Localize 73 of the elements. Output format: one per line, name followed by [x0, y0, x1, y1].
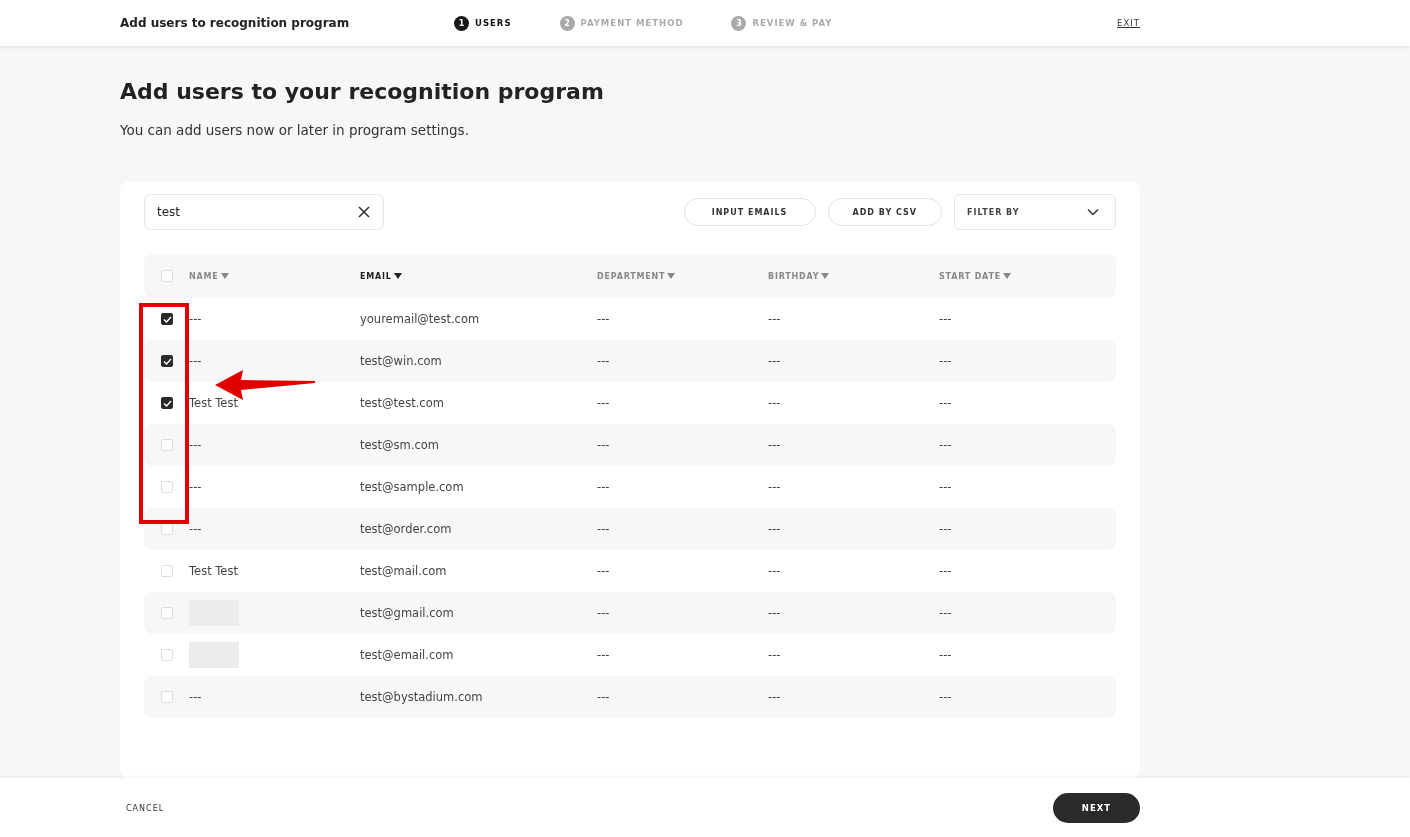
table-cell: test@order.com: [360, 522, 452, 536]
table-cell: ---: [597, 480, 610, 494]
table-cell: ---: [597, 606, 610, 620]
table-cell: test@sm.com: [360, 438, 439, 452]
table-cell: test@mail.com: [360, 564, 447, 578]
table-cell: ---: [597, 438, 610, 452]
table-cell: ---: [939, 522, 952, 536]
table-cell: test@test.com: [360, 396, 444, 410]
table-cell: ---: [939, 396, 952, 410]
page-subheading: You can add users now or later in program settings.: [120, 122, 470, 138]
table-cell: ---: [597, 396, 610, 410]
table-cell: ---: [768, 312, 781, 326]
table-cell: ---: [939, 564, 952, 578]
table-cell: test@gmail.com: [360, 606, 454, 620]
table-cell: ---: [768, 606, 781, 620]
sort-caret-icon: [821, 273, 830, 279]
sort-caret-icon: [667, 273, 676, 279]
table-cell: ---: [768, 480, 781, 494]
page-heading: Add users to your recognition program: [120, 79, 605, 104]
table-cell: youremail@test.com: [360, 312, 480, 326]
table-cell: ---: [768, 396, 781, 410]
filter-dropdown[interactable]: FILTER BY: [954, 194, 1116, 230]
checkbox[interactable]: [161, 313, 173, 325]
table-cell: ---: [939, 354, 952, 368]
table-cell: ---: [939, 606, 952, 620]
table-cell: ---: [768, 354, 781, 368]
step-number-badge: 3: [731, 15, 747, 31]
sort-caret-icon: [220, 273, 229, 279]
table-cell: ---: [768, 438, 781, 452]
table-cell: Test Test: [189, 564, 238, 578]
cancel-link[interactable]: CANCEL: [126, 803, 165, 813]
table-cell: ---: [939, 690, 952, 704]
table-cell: ---: [597, 690, 610, 704]
table-cell: ---: [189, 354, 202, 368]
table-cell: ---: [189, 312, 202, 326]
table-cell: ---: [189, 438, 202, 452]
table-cell: ---: [939, 312, 952, 326]
column-header[interactable]: EMAIL: [360, 271, 402, 281]
table-cell: Test Test: [189, 396, 238, 410]
table-cell: ---: [189, 522, 202, 536]
table-cell: ---: [768, 522, 781, 536]
table-cell: test@sample.com: [360, 480, 464, 494]
step-tab[interactable]: 1 USERS: [454, 15, 512, 31]
table-cell: ---: [597, 564, 610, 578]
table-cell: ---: [939, 480, 952, 494]
table-cell: ---: [597, 354, 610, 368]
table-cell: test@win.com: [360, 354, 442, 368]
table-cell: ---: [597, 648, 610, 662]
action-button[interactable]: INPUT EMAILS: [683, 198, 816, 226]
table-cell: ---: [768, 564, 781, 578]
checkbox[interactable]: [161, 397, 173, 409]
table-cell: ---: [939, 648, 952, 662]
table-cell: ---: [189, 690, 202, 704]
sort-caret-icon: [1002, 273, 1011, 279]
action-button[interactable]: ADD BY CSV: [827, 198, 942, 226]
window-title: Add users to recognition program: [120, 16, 351, 30]
table-cell: test@bystadium.com: [360, 690, 483, 704]
table-cell: ---: [939, 438, 952, 452]
table-cell: ---: [768, 690, 781, 704]
next-button[interactable]: NEXT: [1053, 793, 1140, 823]
table-cell: ---: [597, 522, 610, 536]
table-cell: test@email.com: [360, 648, 454, 662]
step-number-badge: 2: [559, 15, 575, 31]
chevron-down-icon: [1087, 208, 1099, 216]
table-cell: ---: [597, 312, 610, 326]
table-cell: ---: [768, 648, 781, 662]
exit-link[interactable]: EXIT: [1117, 18, 1140, 28]
search-field[interactable]: test: [144, 194, 384, 230]
step-number-badge: 1: [454, 15, 469, 31]
table-cell: ---: [189, 480, 202, 494]
sort-caret-icon: [393, 273, 402, 279]
checkbox[interactable]: [161, 355, 173, 367]
clear-icon[interactable]: [358, 206, 370, 218]
